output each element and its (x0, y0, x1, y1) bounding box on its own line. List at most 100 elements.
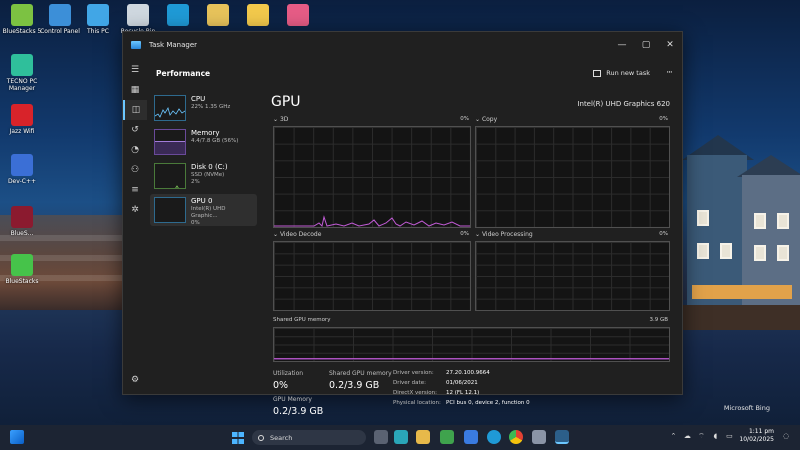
desktop-shortcut-label: BlueS... (10, 230, 34, 237)
device-sub: 22% 1.35 GHz (191, 104, 231, 110)
store-icon[interactable] (440, 430, 454, 444)
graph-3d[interactable]: ⌄ 3D 0% (271, 116, 471, 228)
gpu-thumbnail-graph (154, 197, 186, 223)
graph-label: ⌄ Copy (475, 116, 498, 123)
more-options-button[interactable]: ··· (662, 68, 676, 78)
bluestacks-multi-icon (11, 206, 33, 228)
start-button[interactable] (232, 432, 244, 444)
title-bar[interactable]: Task Manager — ▢ ✕ (123, 32, 682, 57)
menu-icon[interactable]: ☰ (123, 60, 147, 80)
performance-icon[interactable]: ◫ (123, 100, 147, 120)
file-explorer-icon[interactable] (416, 430, 430, 444)
processes-icon[interactable]: ▦ (123, 80, 147, 100)
graph-label: ⌄ Video Processing (475, 231, 533, 238)
gpu-detail-panel: GPU Intel(R) UHD Graphics 620 ⌄ 3D 0% ⌄ … (271, 92, 670, 417)
desktop-shortcut[interactable]: TECNO PC Manager (0, 54, 44, 92)
jazz-wifi-icon (11, 104, 33, 126)
desktop-shortcut[interactable]: BlueS... (0, 206, 44, 237)
device-item-cpu[interactable]: CPU 22% 1.35 GHz (150, 92, 257, 124)
run-task-icon (593, 69, 602, 77)
run-new-task-label: Run new task (606, 69, 650, 77)
desktop-shortcut-label: Jazz Wifi (9, 128, 35, 135)
device-sub: Intel(R) UHD Graphic... (191, 206, 226, 219)
date: 10/02/2025 (739, 436, 774, 443)
desktop-shortcut[interactable] (276, 4, 320, 28)
utilization-value: 0% (273, 380, 289, 391)
search-label: Search (270, 433, 293, 442)
maximize-button[interactable]: ▢ (634, 32, 658, 57)
user-folder-icon (207, 4, 229, 26)
driver-date-label: Driver date: (393, 380, 426, 386)
taskbar: Search ⌃ ☁ ⌔ ◖ ▭ 1:11 pm 10/02/2025 ◌ (0, 425, 800, 450)
battery-icon[interactable]: ▭ (725, 432, 733, 440)
device-sub: SSD (NVMe) (191, 172, 225, 178)
desktop-shortcut[interactable] (196, 4, 240, 28)
graph-copy[interactable]: ⌄ Copy 0% (473, 116, 670, 228)
recycle-bin-icon (127, 4, 149, 26)
graph-label: ⌄ Video Decode (273, 231, 322, 238)
device-sub: 4.4/7.8 GB (56%) (191, 138, 239, 144)
chevron-up-icon[interactable]: ⌃ (669, 432, 677, 440)
app-history-icon[interactable]: ↺ (123, 120, 147, 140)
device-name: Memory (191, 129, 220, 137)
details-icon[interactable]: ≡ (123, 180, 147, 200)
search-icon (258, 434, 264, 441)
volume-icon[interactable]: ◖ (711, 432, 719, 440)
search-box[interactable]: Search (252, 430, 366, 445)
chrome-icon[interactable] (509, 430, 523, 444)
driver-version-label: Driver version: (393, 370, 434, 376)
desktop-shortcut-label: TECNO PC Manager (6, 78, 38, 92)
graph-max-pct: 0% (659, 116, 668, 122)
graph-area (475, 241, 670, 311)
gpu-mem-value: 0.2/3.9 GB (273, 406, 324, 417)
graph-shared-gpu-memory[interactable]: Shared GPU memory 3.9 GB (271, 317, 670, 362)
dev-cpp-icon (11, 154, 33, 176)
desktop-shortcut[interactable] (156, 4, 200, 28)
desktop-shortcut[interactable] (236, 4, 280, 28)
device-item-disk[interactable]: Disk 0 (C:) SSD (NVMe) 2% (150, 160, 257, 192)
startup-icon[interactable]: ◔ (123, 140, 147, 160)
cpu-thumbnail-graph (154, 95, 186, 121)
gpu-stats: Utilization 0% Shared GPU memory 0.2/3.9… (271, 368, 670, 428)
gpu-mem-label: GPU Memory (273, 396, 312, 403)
edge-icon[interactable] (487, 430, 501, 444)
app-icon[interactable] (394, 430, 408, 444)
window-title: Task Manager (149, 40, 198, 49)
notification-bell-icon[interactable]: ◌ (782, 432, 790, 440)
services-icon[interactable]: ✲ (123, 200, 147, 220)
cloud-icon[interactable]: ☁ (683, 432, 691, 440)
minimize-button[interactable]: — (610, 32, 634, 57)
run-new-task-button[interactable]: Run new task (593, 69, 650, 77)
disk-thumbnail-graph (154, 163, 186, 189)
mail-icon[interactable] (464, 430, 478, 444)
desktop-shortcut[interactable]: Jazz Wifi (0, 104, 44, 135)
subway-surfers-icon (287, 4, 309, 26)
left-navigation: ☰ ▦ ◫ ↺ ◔ ⚇ ≡ ✲ ⚙ (123, 57, 147, 394)
settings-icon[interactable]: ⚙ (123, 370, 147, 390)
desktop-shortcut[interactable]: BlueStacks (0, 254, 44, 285)
graph-video-decode[interactable]: ⌄ Video Decode 0% (271, 231, 471, 311)
task-view-icon[interactable] (374, 430, 388, 444)
desktop-shortcut[interactable]: Dev-C++ (0, 154, 44, 185)
desktop-shortcut-label: BlueStacks (5, 278, 39, 285)
device-item-gpu[interactable]: GPU 0 Intel(R) UHD Graphic... 0% (150, 194, 257, 226)
graph-video-processing[interactable]: ⌄ Video Processing 0% (473, 231, 670, 311)
device-sub2: 2% (191, 179, 200, 185)
driver-version-value: 27.20.100.9664 (446, 370, 490, 376)
edge-icon (167, 4, 189, 26)
physical-location-label: Physical location: (393, 400, 441, 406)
utilization-label: Utilization (273, 370, 304, 377)
close-button[interactable]: ✕ (658, 32, 682, 57)
device-item-memory[interactable]: Memory 4.4/7.8 GB (56%) (150, 126, 257, 158)
wifi-icon[interactable]: ⌔ (697, 432, 705, 440)
graph-max-pct: 0% (460, 116, 469, 122)
graph-area (273, 126, 471, 228)
users-icon[interactable]: ⚇ (123, 160, 147, 180)
widgets-icon[interactable] (10, 430, 24, 444)
directx-value: 12 (FL 12.1) (446, 390, 480, 396)
task-manager-taskbar-icon[interactable] (555, 430, 569, 444)
clock[interactable]: 1:11 pm 10/02/2025 (739, 428, 774, 444)
graph-label: ⌄ 3D (273, 116, 289, 123)
settings-gear-icon[interactable] (532, 430, 546, 444)
desktop-shortcut[interactable]: This PC (76, 4, 120, 35)
